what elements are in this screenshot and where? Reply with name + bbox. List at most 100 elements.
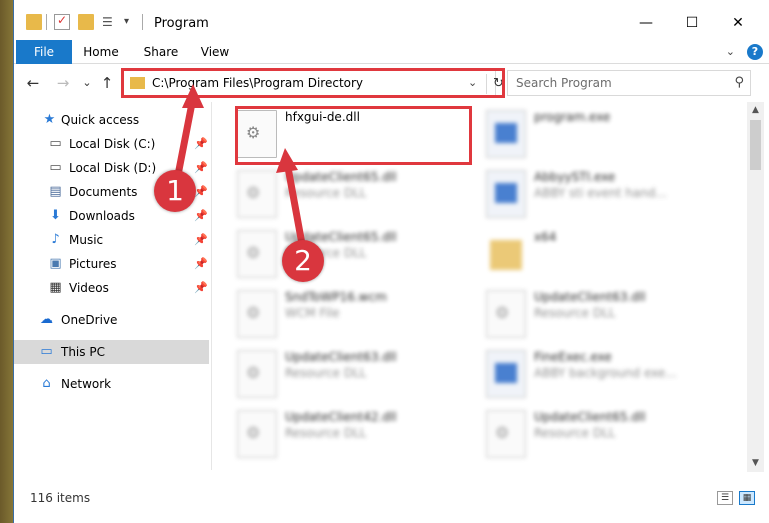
title-bar: ✓ ☰ ▾ Program — ☐ ✕ <box>14 0 769 40</box>
expand-ribbon-icon[interactable]: ⌄ <box>726 45 735 58</box>
sidebar-item-music[interactable]: ♪ Music 📌 <box>14 228 210 252</box>
exe-file-icon <box>486 350 526 398</box>
details-view-icon[interactable]: ☰ <box>717 491 733 505</box>
file-name: UpdateClient42.dll <box>285 410 397 424</box>
tab-file[interactable]: File <box>16 40 72 64</box>
scroll-up-icon[interactable]: ▲ <box>747 102 764 119</box>
network-icon: ⌂ <box>42 376 51 391</box>
scroll-down-icon[interactable]: ▼ <box>747 455 764 472</box>
search-box[interactable]: Search Program ⚲ <box>507 70 751 96</box>
close-button[interactable]: ✕ <box>718 10 758 38</box>
pin-icon: 📌 <box>194 137 208 150</box>
window-title: Program <box>154 16 209 31</box>
sidebar-item-label: Videos <box>69 281 109 295</box>
file-item[interactable]: UpdateClient65.dll Resource DLL <box>237 168 477 224</box>
file-item[interactable]: UpdateClient63.dll Resource DLL <box>486 288 726 344</box>
file-list: hfxgui-de.dll program.exe UpdateClient65… <box>214 102 745 472</box>
pin-icon: 📌 <box>194 185 208 198</box>
folder-item[interactable]: x64 <box>486 228 726 284</box>
new-folder-icon[interactable] <box>78 14 94 30</box>
file-name: UpdateClient65.dll <box>285 170 397 184</box>
separator <box>142 14 143 30</box>
sidebar-item-this-pc[interactable]: ▭ This PC <box>14 340 209 364</box>
file-item[interactable]: FineExec.exe ABBY background exe... <box>486 348 726 404</box>
dll-file-icon <box>486 410 526 458</box>
navigation-pane: ★ Quick access ▭ Local Disk (C:) 📌 ▭ Loc… <box>14 102 210 480</box>
dll-file-icon <box>237 410 277 458</box>
dll-file-icon <box>237 230 277 278</box>
ribbon-tabs: File Home Share View ⌄ ? <box>14 40 769 64</box>
properties-icon[interactable]: ✓ <box>54 13 70 30</box>
pane-divider <box>211 102 212 470</box>
forward-button[interactable]: → <box>52 72 74 94</box>
dll-file-icon <box>237 350 277 398</box>
search-input[interactable]: Search Program <box>516 76 612 90</box>
item-count: 116 items <box>30 491 91 505</box>
sidebar-item-local-disk-c[interactable]: ▭ Local Disk (C:) 📌 <box>14 132 210 156</box>
pin-icon: 📌 <box>194 161 208 174</box>
up-button[interactable]: ↑ <box>96 72 118 94</box>
sidebar-item-network[interactable]: ⌂ Network <box>14 372 210 396</box>
dll-file-icon <box>237 170 277 218</box>
folder-icon[interactable] <box>26 14 42 30</box>
sidebar-item-label: Music <box>69 233 104 247</box>
sidebar-item-label: Local Disk (D:) <box>69 161 157 175</box>
cloud-icon: ☁ <box>40 312 53 327</box>
pin-icon: 📌 <box>194 257 208 270</box>
file-item[interactable]: UpdateClient65.dll Resource DLL <box>486 408 726 464</box>
search-icon[interactable]: ⚲ <box>734 75 744 90</box>
documents-icon: ▤ <box>49 184 62 199</box>
recent-locations-button[interactable]: ⌄ <box>76 72 98 94</box>
file-item[interactable]: UpdateClient65.dll Resource DLL <box>237 228 477 284</box>
file-type: ABBY sti event hand... <box>534 186 667 200</box>
file-name: SndToWP16.wcm <box>285 290 387 304</box>
pin-icon: 📌 <box>194 281 208 294</box>
maximize-button[interactable]: ☐ <box>672 10 712 38</box>
sidebar-item-quick-access[interactable]: ★ Quick access <box>14 108 210 132</box>
file-item[interactable]: UpdateClient42.dll Resource DLL <box>237 408 477 464</box>
exe-file-icon <box>486 170 526 218</box>
pin-icon: 📌 <box>194 233 208 246</box>
minimize-button[interactable]: — <box>626 10 666 38</box>
customize-toolbar-icon[interactable]: ☰ <box>102 14 118 30</box>
sidebar-item-onedrive[interactable]: ☁ OneDrive <box>14 308 210 332</box>
sidebar-item-videos[interactable]: ▦ Videos 📌 <box>14 276 210 300</box>
tab-share[interactable]: Share <box>136 40 186 64</box>
help-icon[interactable]: ? <box>747 44 763 60</box>
scroll-thumb[interactable] <box>750 120 761 170</box>
file-item[interactable]: SndToWP16.wcm WCM File <box>237 288 477 344</box>
sidebar-item-pictures[interactable]: ▣ Pictures 📌 <box>14 252 210 276</box>
music-icon: ♪ <box>51 232 60 247</box>
file-item[interactable]: UpdateClient63.dll Resource DLL <box>237 348 477 404</box>
star-icon: ★ <box>43 112 56 127</box>
explorer-window: ✓ ☰ ▾ Program — ☐ ✕ File Home Share View… <box>13 0 769 523</box>
drive-icon: ▭ <box>49 160 62 175</box>
file-name: UpdateClient65.dll <box>534 410 646 424</box>
back-button[interactable]: ← <box>22 72 44 94</box>
step-2-badge: 2 <box>282 240 324 282</box>
step-1-badge: 1 <box>154 170 196 212</box>
file-type: Resource DLL <box>285 366 367 380</box>
tab-view[interactable]: View <box>192 40 238 64</box>
dll-file-icon <box>486 290 526 338</box>
file-item[interactable]: program.exe <box>486 108 726 164</box>
file-name: FineExec.exe <box>534 350 612 364</box>
file-type: Resource DLL <box>534 306 616 320</box>
file-name: UpdateClient63.dll <box>534 290 646 304</box>
file-type: Resource DLL <box>285 186 367 200</box>
file-type: Resource DLL <box>285 426 367 440</box>
file-type: ABBY background exe... <box>534 366 677 380</box>
file-type: WCM File <box>285 306 340 320</box>
status-bar: 116 items ☰ ▦ <box>14 484 769 512</box>
sidebar-item-label: This PC <box>61 345 105 359</box>
tab-home[interactable]: Home <box>76 40 126 64</box>
drive-icon: ▭ <box>49 136 62 151</box>
file-type: Resource DLL <box>534 426 616 440</box>
sidebar-item-label: Quick access <box>61 113 140 127</box>
vertical-scrollbar[interactable]: ▲ ▼ <box>747 102 764 472</box>
folder-icon <box>486 230 526 278</box>
large-icons-view-icon[interactable]: ▦ <box>739 491 755 505</box>
dropdown-icon[interactable]: ▾ <box>124 14 140 30</box>
file-highlight-box <box>235 106 472 165</box>
file-item[interactable]: AbbyySTI.exe ABBY sti event hand... <box>486 168 726 224</box>
